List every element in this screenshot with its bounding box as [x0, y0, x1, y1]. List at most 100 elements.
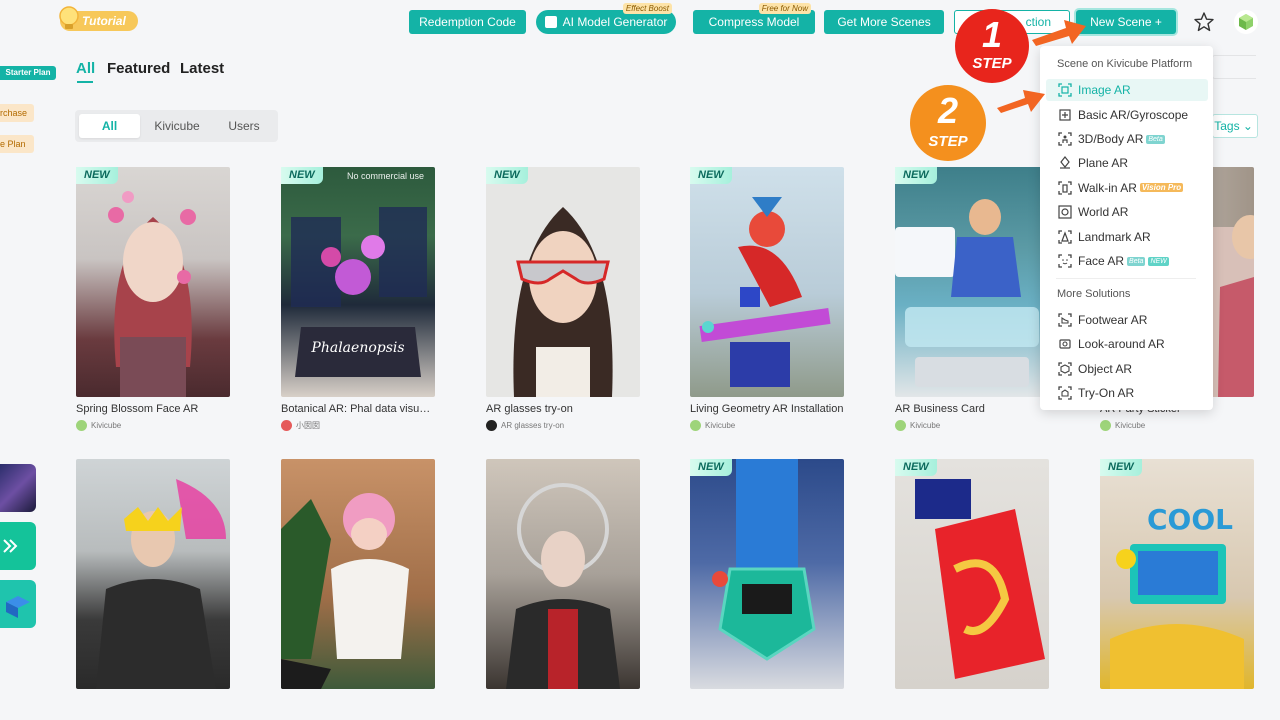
cube-avatar-icon — [1239, 14, 1253, 30]
step-2-annotation: 2 STEP — [910, 85, 986, 161]
get-more-scenes-button[interactable]: Get More Scenes — [824, 10, 944, 34]
menu-item-landmark-ar[interactable]: Landmark AR — [1046, 226, 1208, 248]
crown-illustration — [506, 483, 620, 689]
compress-model-button[interactable]: Compress Model Free for Now — [693, 3, 815, 34]
card-author: Kivicube — [76, 420, 121, 431]
author-name: AR glasses try-on — [501, 421, 565, 430]
tab-all-underline — [77, 81, 93, 83]
plan-button[interactable]: e Plan — [0, 135, 34, 153]
computer-illustration: COOL — [1110, 503, 1244, 689]
author-name: 小囡囡 — [296, 421, 320, 430]
menu-item-object-ar[interactable]: Object AR — [1046, 358, 1208, 380]
step-2-word: STEP — [928, 133, 968, 150]
step-2-number: 2 — [937, 90, 959, 131]
tutorial-button[interactable]: Tutorial — [59, 6, 138, 31]
search-input[interactable] — [1212, 55, 1256, 79]
card-title: AR glasses try-on — [486, 403, 573, 415]
card-thumbnail: Phalaenopsis — [281, 167, 435, 397]
avatar[interactable] — [1234, 10, 1258, 34]
menu-item-label: Try-On AR — [1078, 386, 1135, 400]
step-1-number: 1 — [981, 14, 1003, 55]
tags-filter-button[interactable]: Tags ⌄ — [1212, 114, 1258, 138]
menu-item-label: Walk-in AR — [1078, 181, 1137, 195]
menu-item-label: Plane AR — [1078, 156, 1129, 170]
step-1-annotation: 1 STEP — [955, 9, 1029, 83]
menu-item-look-around-ar[interactable]: Look-around AR — [1046, 333, 1208, 355]
portal-icon — [1058, 181, 1072, 195]
author-name: Kivicube — [1115, 421, 1146, 430]
ai-model-generator-label: AI Model Generator — [562, 15, 668, 29]
menu-item-label: Landmark AR — [1078, 230, 1151, 244]
menu-item-label: Face AR — [1078, 254, 1125, 268]
new-scene-label: New Scene + — [1090, 15, 1162, 29]
card-thumbnail — [486, 167, 640, 397]
menu-item-try-on-ar[interactable]: Try-On AR — [1046, 382, 1208, 404]
card-thumbnail: COOL — [1100, 459, 1254, 689]
menu-item-footwear-ar[interactable]: Footwear AR — [1046, 309, 1208, 331]
card-thumbnail — [895, 167, 1049, 397]
segment-users[interactable]: Users — [215, 114, 273, 138]
card-author: AR glasses try-on — [486, 420, 564, 431]
new-badge: NEW — [486, 167, 528, 184]
menu-item-3d-body-ar[interactable]: 3D/Body AR Beta — [1046, 128, 1208, 150]
author-avatar — [1100, 420, 1111, 431]
star-icon[interactable] — [1193, 11, 1215, 33]
author-avatar — [895, 420, 906, 431]
menu-item-plane-ar[interactable]: Plane AR — [1046, 152, 1208, 174]
menu-item-walk-in-ar[interactable]: Walk-in AR Vision Pro — [1046, 177, 1208, 199]
try-on-icon — [1058, 386, 1072, 400]
plane-icon — [1060, 156, 1070, 169]
segment-kivicube[interactable]: Kivicube — [145, 114, 209, 138]
new-badge: NEW — [690, 459, 732, 476]
new-scene-button[interactable]: New Scene + — [1076, 10, 1176, 34]
author-avatar — [690, 420, 701, 431]
dropdown-divider — [1056, 278, 1196, 279]
author-avatar — [486, 420, 497, 431]
tab-featured[interactable]: Featured — [107, 60, 170, 77]
sticker-face-illustration — [96, 479, 226, 689]
body-scan-icon — [1058, 132, 1072, 146]
tutorial-label: Tutorial — [82, 14, 126, 28]
menu-item-world-ar[interactable]: World AR — [1046, 201, 1208, 223]
get-more-scenes-label: Get More Scenes — [837, 15, 931, 29]
compress-model-label: Compress Model — [708, 15, 800, 29]
card-author: Kivicube — [690, 420, 735, 431]
ai-model-generator-button[interactable]: AI Model Generator Effect Boost — [536, 3, 676, 34]
image-scan-icon — [1058, 83, 1072, 97]
redemption-code-button[interactable]: Redemption Code — [409, 10, 526, 34]
free-for-now-tag: Free for Now — [758, 3, 811, 14]
step-1-word: STEP — [972, 55, 1012, 72]
no-commercial-label: No commercial use — [347, 171, 425, 181]
sidebar-thumbnail[interactable] — [0, 580, 36, 628]
sidebar-thumbnail[interactable] — [0, 464, 36, 512]
new-scene-dropdown: Scene on Kivicube Platform Image AR Basi… — [1040, 46, 1213, 410]
menu-item-label: Basic AR/Gyroscope — [1078, 108, 1189, 122]
starter-plan-badge[interactable]: Starter Plan — [0, 66, 56, 80]
purchase-button[interactable]: rchase — [0, 104, 34, 122]
medal-illustration — [712, 459, 816, 661]
card-thumbnail — [281, 459, 435, 689]
card-thumbnail — [76, 167, 230, 397]
source-segmented-control: All Kivicube Users — [75, 110, 278, 142]
menu-item-basic-ar[interactable]: Basic AR/Gyroscope — [1046, 104, 1208, 126]
sidebar-thumbnail[interactable] — [0, 522, 36, 570]
card-thumbnail — [895, 459, 1049, 689]
business-card-illustration — [895, 199, 1039, 387]
tab-latest[interactable]: Latest — [180, 60, 224, 77]
step-1-arrow-icon — [1032, 20, 1086, 46]
beta-badge: Beta — [1127, 257, 1146, 266]
chevron-right-icon — [3, 539, 18, 553]
card-author: 小囡囡 — [281, 420, 320, 431]
menu-item-image-ar[interactable]: Image AR — [1046, 79, 1208, 101]
author-avatar — [281, 420, 292, 431]
segment-all[interactable]: All — [79, 114, 140, 138]
card-title: Spring Blossom Face AR — [76, 403, 199, 415]
character-illustration — [281, 493, 409, 689]
card-title: Living Geometry AR Installation — [690, 403, 844, 415]
fu-character-illustration — [915, 479, 1045, 679]
card-title: AR Business Card — [895, 403, 985, 415]
menu-item-face-ar[interactable]: Face AR Beta NEW — [1046, 250, 1208, 272]
menu-item-label: World AR — [1078, 205, 1129, 219]
tab-all[interactable]: All — [76, 60, 95, 77]
glasses-illustration — [513, 207, 613, 397]
